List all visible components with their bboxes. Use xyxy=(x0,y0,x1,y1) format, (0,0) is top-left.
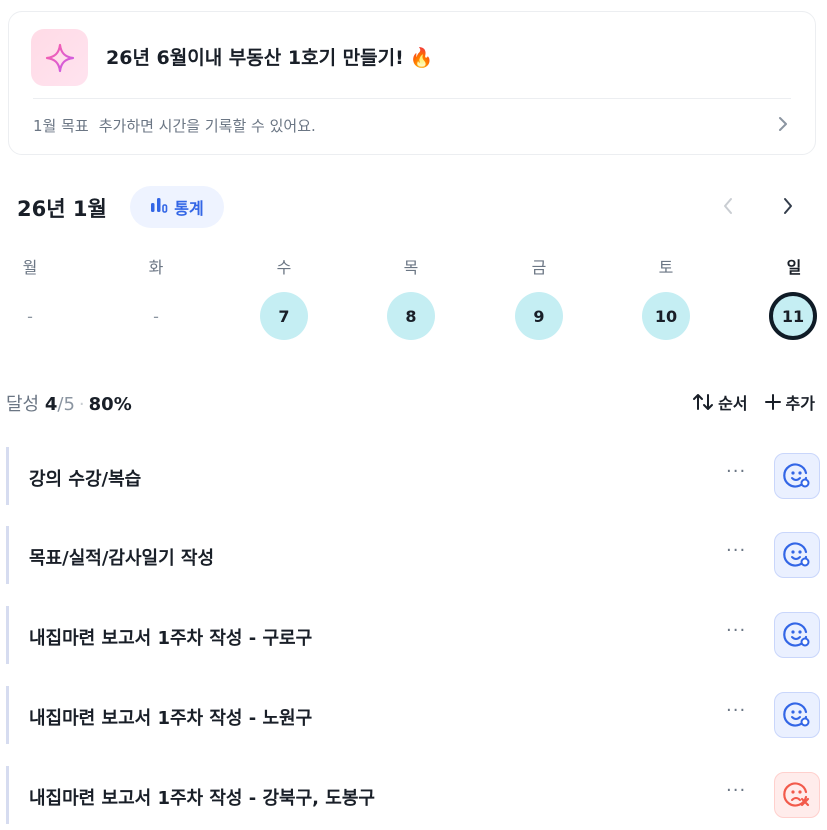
more-icon[interactable]: ··· xyxy=(726,700,746,721)
goal-card[interactable]: 26년 6월이내 부동산 1호기 만들기! 🔥 1월 목표 추가하면 시간을 기록할… xyxy=(8,11,816,155)
prev-week-button[interactable] xyxy=(722,196,734,221)
weekday-mon: 월 xyxy=(22,258,38,277)
task-label: 내집마련 보고서 1주차 작성 - 구로구 xyxy=(29,628,313,649)
sparkle-icon xyxy=(31,29,88,86)
date-mon: - xyxy=(27,306,33,326)
weekday-thu: 목 xyxy=(403,258,419,277)
date-sat[interactable]: 10 xyxy=(642,292,690,340)
bar-chart-icon xyxy=(150,197,168,217)
stats-button[interactable]: 통계 xyxy=(130,186,224,228)
task-row[interactable]: 목표/실적/감사일기 작성 ··· xyxy=(6,526,820,584)
weekday-sat: 토 xyxy=(658,258,674,277)
chevron-right-icon[interactable] xyxy=(777,115,789,138)
weekday-fri: 금 xyxy=(531,258,547,277)
task-label: 내집마련 보고서 1주차 작성 - 강북구, 도봉구 xyxy=(29,788,375,809)
more-icon[interactable]: ··· xyxy=(726,780,746,801)
smile-check-icon[interactable] xyxy=(774,453,820,499)
goal-subtitle: 1월 목표 추가하면 시간을 기록할 수 있어요. xyxy=(33,117,316,135)
task-row[interactable]: 내집마련 보고서 1주차 작성 - 구로구 ··· xyxy=(6,606,820,664)
smile-check-icon[interactable] xyxy=(774,612,820,658)
date-fri[interactable]: 9 xyxy=(515,292,563,340)
task-label: 강의 수강/복습 xyxy=(29,469,142,490)
fire-icon: 🔥 xyxy=(409,47,434,69)
sort-button[interactable]: 순서 xyxy=(692,390,748,414)
task-row[interactable]: 내집마련 보고서 1주차 작성 - 강북구, 도봉구 ··· xyxy=(6,766,820,824)
achievement-summary: 달성 4/5 · 80% xyxy=(6,394,132,415)
sort-icon xyxy=(692,393,714,411)
goal-title: 26년 6월이내 부동산 1호기 만들기! 🔥 xyxy=(106,47,434,69)
task-label: 목표/실적/감사일기 작성 xyxy=(29,548,215,569)
task-row[interactable]: 내집마련 보고서 1주차 작성 - 노원구 ··· xyxy=(6,686,820,744)
plus-icon xyxy=(764,393,782,411)
add-button[interactable]: 추가 xyxy=(764,390,815,414)
more-icon[interactable]: ··· xyxy=(726,620,746,641)
stats-label: 통계 xyxy=(174,199,204,218)
weekday-sun: 일 xyxy=(786,258,802,277)
date-sun-today[interactable]: 11 xyxy=(769,292,817,340)
more-icon[interactable]: ··· xyxy=(726,461,746,482)
smile-check-icon[interactable] xyxy=(774,692,820,738)
sad-x-icon[interactable] xyxy=(774,772,820,818)
weekday-wed: 수 xyxy=(276,258,292,277)
weekday-tue: 화 xyxy=(148,258,164,277)
task-row[interactable]: 강의 수강/복습 ··· xyxy=(6,447,820,505)
date-wed[interactable]: 7 xyxy=(260,292,308,340)
list-actions: 순서 추가 xyxy=(692,390,815,414)
date-thu[interactable]: 8 xyxy=(387,292,435,340)
divider xyxy=(33,98,791,99)
more-icon[interactable]: ··· xyxy=(726,540,746,561)
month-title: 26년 1월 xyxy=(17,197,107,221)
date-tue: - xyxy=(153,306,159,326)
next-week-button[interactable] xyxy=(782,196,794,221)
task-label: 내집마련 보고서 1주차 작성 - 노원구 xyxy=(29,708,313,729)
smile-check-icon[interactable] xyxy=(774,532,820,578)
